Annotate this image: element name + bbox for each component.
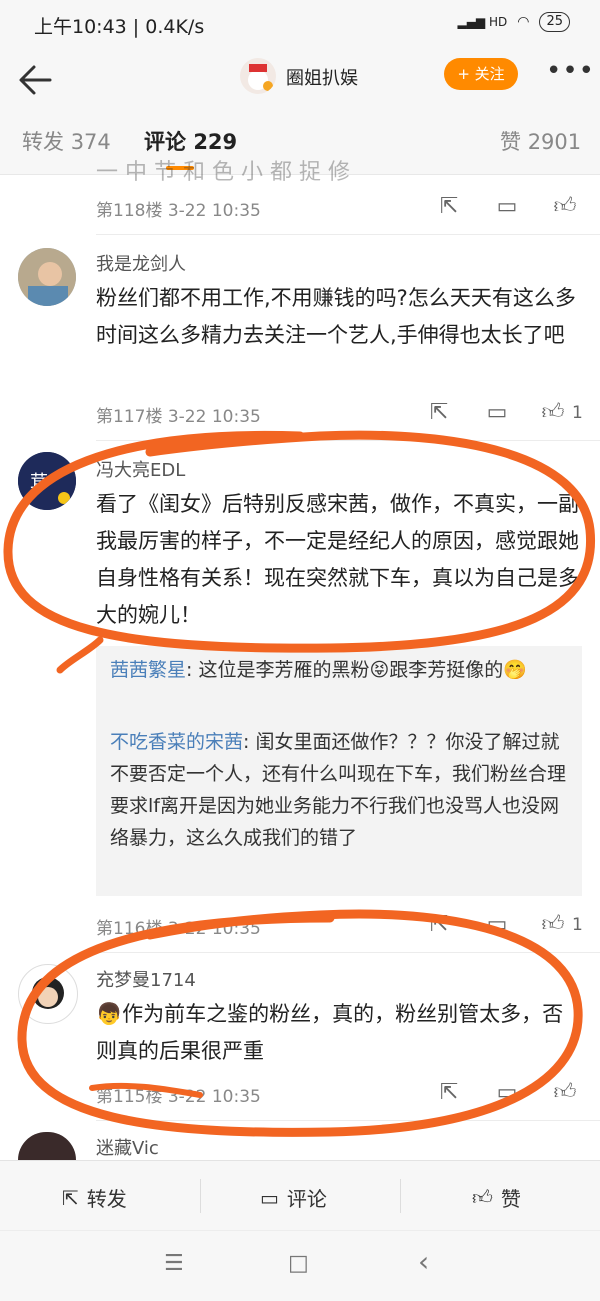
like-count: 1 (572, 915, 583, 935)
reply-icon[interactable]: ▭ (484, 400, 510, 426)
comment-meta: 第118楼 3-22 10:35 (96, 201, 261, 221)
like-icon[interactable]: 👍︎ (552, 1080, 578, 1106)
like-icon: 👍︎ (472, 1185, 493, 1209)
back-icon[interactable]: ‹ (418, 1245, 429, 1278)
svg-text:茸: 茸 (30, 472, 48, 493)
status-time: 上午10:43 | 0.4K/s (34, 16, 205, 38)
share-icon[interactable]: ⇱ (436, 1080, 462, 1106)
like-icon[interactable]: 👍︎ (552, 194, 578, 220)
reply-icon[interactable]: ▭ (494, 194, 520, 220)
like-icon[interactable]: 👍︎ (540, 912, 566, 938)
like-button[interactable]: 👍︎ 赞 (472, 1183, 521, 1212)
comment-button[interactable]: ▭ 评论 (260, 1183, 327, 1212)
avatar[interactable] (18, 1132, 76, 1160)
divider (200, 1179, 201, 1213)
system-nav-bar: ☰ □ ‹ (0, 1230, 600, 1301)
like-icon[interactable]: 👍︎ (540, 400, 566, 426)
replies-box: 茜茜繁星: 这位是李芳雁的黑粉😝跟李芳挺像的🤭 不吃香菜的宋茜: 闺女里面还做作… (96, 646, 582, 896)
reply-username[interactable]: 茜茜繁星 (110, 659, 186, 681)
avatar[interactable] (18, 248, 76, 306)
tab-repost[interactable]: 转发 374 (22, 126, 111, 156)
comment-text: 粉丝们都不用工作,不用赚钱的吗?怎么天天有这么多时间这么多精力去关注一个艺人,手… (96, 286, 576, 347)
home-icon[interactable]: □ (288, 1251, 309, 1276)
comment-username[interactable]: 充梦曼1714 (96, 966, 196, 992)
avatar[interactable]: 茸 (18, 452, 76, 510)
back-arrow-icon[interactable] (14, 60, 58, 100)
reply-item[interactable]: 茜茜繁星: 这位是李芳雁的黑粉😝跟李芳挺像的🤭 (110, 654, 570, 686)
like-count: 1 (572, 403, 583, 423)
comment-meta: 第115楼 3-22 10:35 (96, 1087, 261, 1107)
comment-meta: 第117楼 3-22 10:35 (96, 407, 261, 427)
avatar[interactable] (18, 964, 78, 1024)
comment-text: 👦作为前车之鉴的粉丝，真的，粉丝别管太多，否则真的后果很严重 (96, 1002, 564, 1063)
share-icon[interactable]: ⇱ (426, 400, 452, 426)
more-options-icon[interactable]: ••• (546, 58, 594, 88)
reply-icon[interactable]: ▭ (494, 1080, 520, 1106)
comment-meta: 第116楼 3-22 10:35 (96, 919, 261, 939)
comment-text-partial: 一 中 节 和 色 小 都 捉 修 (96, 160, 350, 185)
divider (96, 1120, 600, 1121)
comment-username[interactable]: 迷藏Vic (96, 1134, 159, 1160)
repost-button[interactable]: ⇱ 转发 (62, 1183, 127, 1212)
comment-username[interactable]: 我是龙剑人 (96, 250, 186, 276)
account-avatar[interactable] (240, 58, 276, 94)
reply-item[interactable]: 不吃香菜的宋茜: 闺女里面还做作？？？你没了解过就不要否定一个人，还有什么叫现在… (110, 726, 570, 854)
comment-text: 看了《闺女》后特别反感宋茜，做作，不真实，一副我最厉害的样子，不一定是经纪人的原… (96, 492, 579, 627)
repost-icon: ⇱ (62, 1185, 79, 1210)
divider (96, 234, 600, 235)
battery-icon: 25 (539, 12, 570, 32)
reply-username[interactable]: 不吃香菜的宋茜 (110, 731, 243, 753)
account-name[interactable]: 圈姐扒娱 (286, 64, 358, 90)
share-icon[interactable]: ⇱ (436, 194, 462, 220)
status-icons: ▂▄▆ HD ◠ 25 (457, 12, 570, 32)
divider (96, 952, 600, 953)
status-bar: 上午10:43 | 0.4K/s ▂▄▆ HD ◠ 25 (0, 0, 600, 52)
divider (96, 440, 600, 441)
signal-icon: ▂▄▆ HD (457, 15, 508, 29)
comment-icon: ▭ (260, 1185, 279, 1210)
menu-icon[interactable]: ☰ (164, 1251, 184, 1276)
share-icon[interactable]: ⇱ (426, 912, 452, 938)
bottom-action-bar: ⇱ 转发 ▭ 评论 👍︎ 赞 (0, 1160, 600, 1231)
divider (400, 1179, 401, 1213)
tab-comments[interactable]: 评论 229 (144, 126, 237, 156)
comment-username[interactable]: 冯大亮EDL (96, 456, 185, 482)
follow-button[interactable]: + 关注 (444, 58, 518, 90)
tab-likes[interactable]: 赞 2901 (500, 126, 581, 156)
reply-icon[interactable]: ▭ (484, 912, 510, 938)
wifi-icon: ◠ (517, 14, 530, 30)
